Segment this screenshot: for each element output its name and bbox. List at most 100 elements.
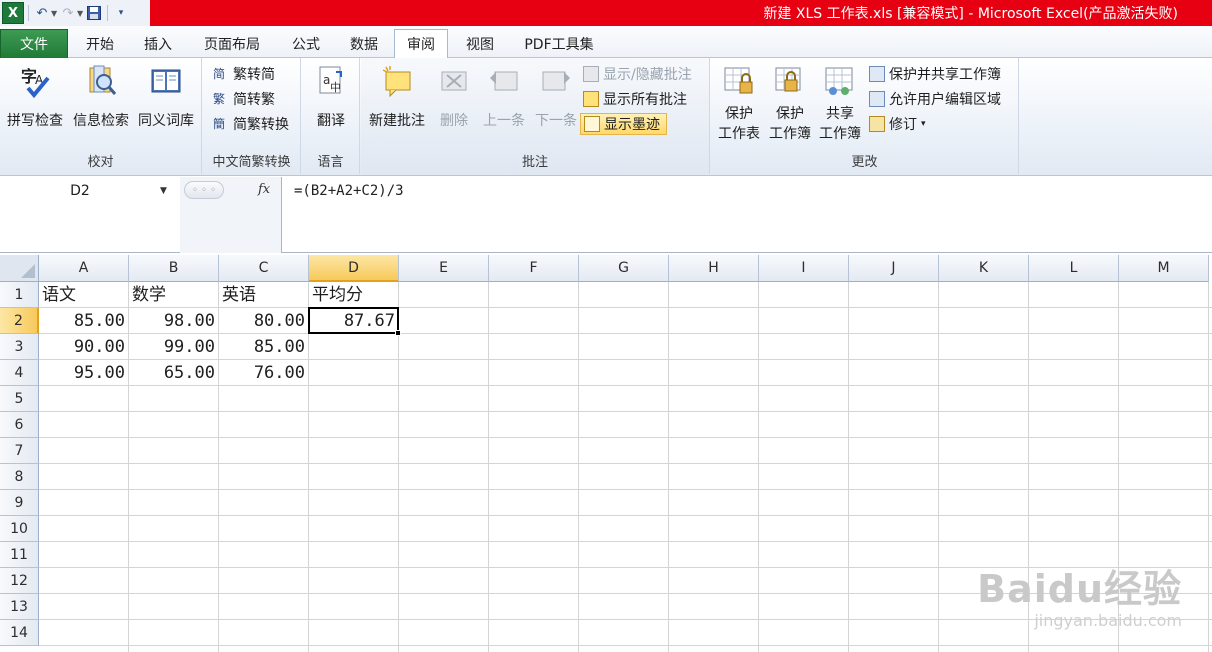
column-header-i[interactable]: I [759,255,849,282]
column-header-l[interactable]: L [1029,255,1119,282]
spell-check-icon: 字 A [21,67,50,98]
redo-icon[interactable]: ↷ [59,4,77,22]
trad-to-simp-button[interactable]: 简 繁转简 [213,63,275,85]
column-header-k[interactable]: K [939,255,1029,282]
row-header-8[interactable]: 8 [0,464,39,490]
formula-bar: D2 ▼ ◦ ◦ ◦ fx =(B2+A2+C2)/3 [0,177,1212,253]
cell-a3[interactable]: 90.00 [39,334,129,360]
tab-formulas[interactable]: 公式 [280,29,332,58]
research-button[interactable]: 信息检索 [70,64,132,130]
delete-comment-icon [441,71,467,91]
tab-file[interactable]: 文件 [0,29,68,58]
name-box-dropdown-icon[interactable]: ▼ [160,186,167,196]
share-workbook-button[interactable]: 共享 工作簿 [817,64,863,144]
protect-sheet-icon [724,67,753,94]
convert-icon: 簡 [213,117,226,131]
tab-insert[interactable]: 插入 [132,29,184,58]
next-comment-button[interactable]: 下一条 [531,64,581,130]
save-icon[interactable] [85,4,103,22]
row-header-10[interactable]: 10 [0,516,39,542]
column-header-e[interactable]: E [399,255,489,282]
row-header-13[interactable]: 13 [0,594,39,620]
tab-view[interactable]: 视图 [454,29,506,58]
row-header-3[interactable]: 3 [0,334,39,360]
cell-c3[interactable]: 85.00 [219,334,309,360]
cell-b4[interactable]: 65.00 [129,360,219,386]
redo-dropdown-icon[interactable]: ▼ [77,9,85,18]
excel-logo-icon[interactable]: X [2,2,24,24]
tab-home[interactable]: 开始 [74,29,126,58]
row-header-5[interactable]: 5 [0,386,39,412]
window-title: 新建 XLS 工作表.xls [兼容模式] - Microsoft Excel(… [763,6,1178,22]
cell-c2[interactable]: 80.00 [219,308,309,334]
tab-data[interactable]: 数据 [338,29,390,58]
row-header-14[interactable]: 14 [0,620,39,646]
fill-handle[interactable] [395,330,401,336]
formula-bar-resize-handle[interactable]: ◦ ◦ ◦ [184,181,224,199]
group-changes: 保护 工作表 保护 工作簿 共享 工作簿 保护并共享工作簿 允许用户编辑区域 修… [711,58,1019,174]
cell-c4[interactable]: 76.00 [219,360,309,386]
cell-b3[interactable]: 99.00 [129,334,219,360]
row-header-4[interactable]: 4 [0,360,39,386]
row-header-1[interactable]: 1 [0,282,39,308]
tab-review[interactable]: 审阅 [394,29,448,59]
chinese-convert-button[interactable]: 簡 简繁转换 [213,113,289,135]
allow-edit-label: 允许用户编辑区域 [889,92,1001,108]
insert-function-icon[interactable]: fx [258,182,270,197]
column-header-m[interactable]: M [1119,255,1209,282]
undo-dropdown-icon[interactable]: ▼ [51,9,59,18]
cell-a2[interactable]: 85.00 [39,308,129,334]
simp-to-trad-button[interactable]: 繁 简转繁 [213,88,275,110]
cell-b1[interactable]: 数学 [129,282,219,308]
cell-a4[interactable]: 95.00 [39,360,129,386]
row-header-11[interactable]: 11 [0,542,39,568]
track-changes-button[interactable]: 修订 ▾ [869,113,926,135]
undo-icon[interactable]: ↶ [33,4,51,22]
row-header-7[interactable]: 7 [0,438,39,464]
protect-sheet-button[interactable]: 保护 工作表 [715,64,763,144]
tab-page-layout[interactable]: 页面布局 [192,29,272,58]
show-ink-button[interactable]: 显示墨迹 [580,113,667,135]
allow-edit-ranges-button[interactable]: 允许用户编辑区域 [869,88,1001,110]
protect-share-icon [869,66,885,82]
column-header-a[interactable]: A [39,255,129,282]
delete-comment-button[interactable]: 删除 [433,64,475,130]
formula-input[interactable]: =(B2+A2+C2)/3 [294,183,404,199]
ribbon-tabs: 文件 开始 插入 页面布局 公式 数据 审阅 视图 PDF工具集 [0,26,1212,59]
column-header-c[interactable]: C [219,255,309,282]
cell-a1[interactable]: 语文 [39,282,129,308]
spell-check-button[interactable]: 字 A 拼写检查 [4,64,66,130]
customize-qat-icon[interactable]: ▾ [112,4,130,22]
cell-c1[interactable]: 英语 [219,282,309,308]
column-header-h[interactable]: H [669,255,759,282]
protect-share-workbook-button[interactable]: 保护并共享工作簿 [869,63,1001,85]
show-hide-comment-button[interactable]: 显示/隐藏批注 [583,63,692,85]
previous-comment-button[interactable]: 上一条 [479,64,529,130]
title-bar: X ↶ ▼ ↷ ▼ ▾ 新建 XLS 工作表.xls [兼容模式] - Micr… [0,0,1212,26]
column-header-d[interactable]: D [309,255,399,282]
select-all-corner[interactable] [0,255,39,282]
name-box[interactable]: D2 ▼ [0,180,180,202]
row-header-9[interactable]: 9 [0,490,39,516]
show-all-comments-button[interactable]: 显示所有批注 [583,88,687,110]
tab-pdf-tools[interactable]: PDF工具集 [512,29,606,58]
protect-workbook-label-1: 保护 [776,106,804,122]
protect-workbook-button[interactable]: 保护 工作簿 [767,64,813,144]
column-header-f[interactable]: F [489,255,579,282]
qat-separator [28,5,29,21]
share-workbook-icon [825,67,853,95]
new-comment-button[interactable]: 新建批注 [365,64,429,130]
row-header-2[interactable]: 2 [0,308,39,334]
thesaurus-button[interactable]: 同义词库 [134,64,198,130]
cell-d1[interactable]: 平均分 [309,282,399,308]
column-header-b[interactable]: B [129,255,219,282]
cell-b2[interactable]: 98.00 [129,308,219,334]
chinese-convert-label: 简繁转换 [233,117,289,133]
row-header-6[interactable]: 6 [0,412,39,438]
group-language: a 中 翻译 语言 [302,58,360,174]
translate-button[interactable]: a 中 翻译 [310,64,352,130]
translate-label: 翻译 [317,113,345,129]
column-header-g[interactable]: G [579,255,669,282]
row-header-12[interactable]: 12 [0,568,39,594]
column-header-j[interactable]: J [849,255,939,282]
